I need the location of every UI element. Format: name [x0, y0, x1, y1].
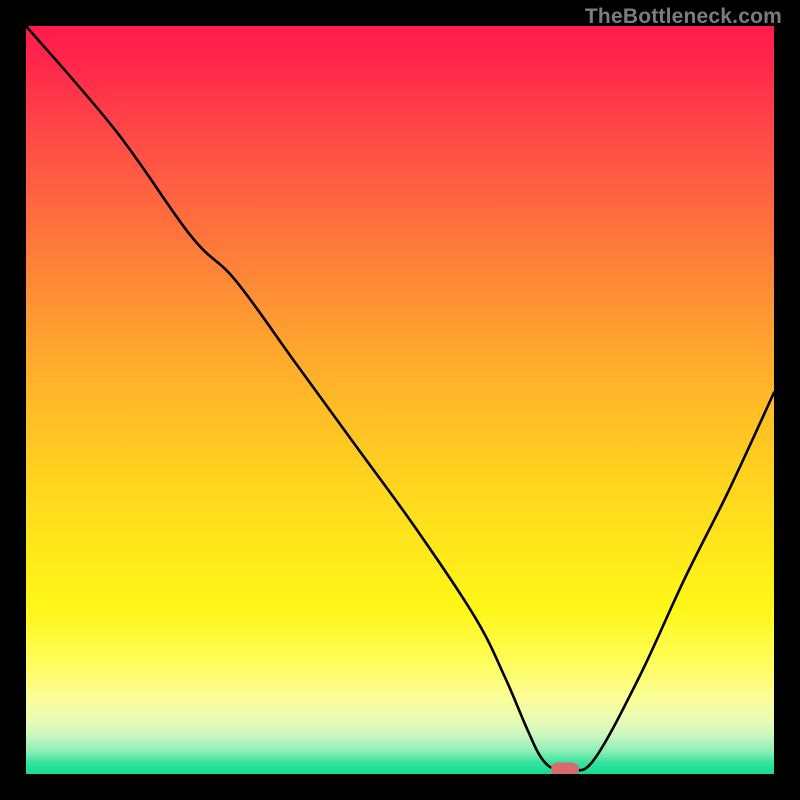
plot-area [26, 26, 774, 774]
watermark-text: TheBottleneck.com [585, 5, 782, 29]
bottleneck-curve [26, 26, 774, 774]
optimal-point-marker [551, 762, 579, 774]
chart-frame: TheBottleneck.com [0, 0, 800, 800]
